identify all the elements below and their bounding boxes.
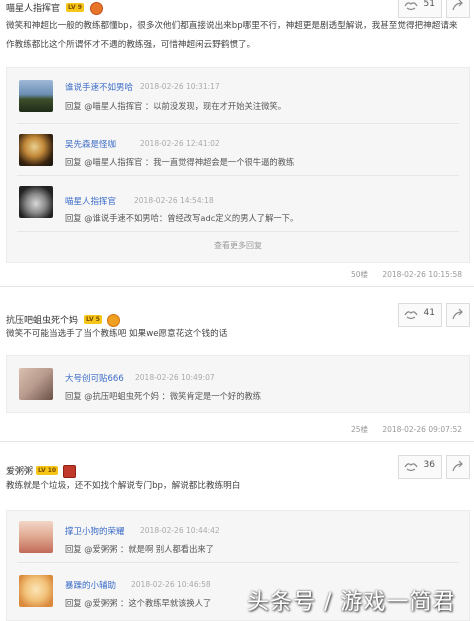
reply-text: 回复 @喵星人指挥官 ：以前没发现，现在才开始关注微笑。 bbox=[65, 101, 286, 111]
reply-text: 回复 @爱粥粥 ：这个教练早就该换人了 bbox=[65, 598, 212, 608]
comment-body-line: 作教练都比这个所谓怀才不遇的教练强，可惜神超闲云野鹤惯了。 bbox=[6, 40, 256, 50]
share-button[interactable] bbox=[446, 303, 470, 327]
medal-icon bbox=[90, 2, 103, 15]
comment-body-line: 微笑和神超比一般的教练都懂bp，很多次他们都直接说出来bp哪里不行，神超更是剧透… bbox=[6, 21, 458, 31]
like-icon bbox=[404, 311, 418, 320]
reply-item: 大号创可贴666 2018-02-26 10:49:07 回复 @抗压吧蛆虫死个… bbox=[7, 356, 469, 412]
reply-text: 回复 @爱粥粥 ：就是啊 别人都看出来了 bbox=[65, 544, 214, 554]
comment-author[interactable]: 爱粥粥 bbox=[6, 464, 33, 477]
comment-time: 2018-02-26 09:07:52 bbox=[382, 425, 462, 434]
like-count: 51 bbox=[423, 0, 435, 9]
reply-item: 撑卫小狗的荣耀 2018-02-26 10:44:42 回复 @爱粥粥 ：就是啊… bbox=[7, 511, 469, 563]
reply-author[interactable]: 大号创可贴666 bbox=[65, 372, 124, 384]
share-button[interactable] bbox=[446, 0, 470, 18]
comment-author[interactable]: 喵星人指挥官 bbox=[6, 1, 60, 14]
like-button[interactable]: 51 bbox=[398, 0, 442, 18]
comment-meta: 25楼 2018-02-26 09:07:52 bbox=[351, 424, 462, 435]
reply-author[interactable]: 谁说手速不如男哈 bbox=[65, 81, 133, 93]
avatar[interactable] bbox=[19, 521, 53, 553]
reply-item: 吴先森是怪咖 2018-02-26 12:41:02 回复 @喵星人指挥官 ：我… bbox=[7, 124, 469, 176]
share-icon bbox=[452, 460, 463, 472]
comment-post-2: 抗压吧蛆虫死个妈 LV 5 41 微笑不可能当选手了当个教练吧 如果we愿意花这… bbox=[0, 287, 474, 441]
reply-time: 2018-02-26 10:44:42 bbox=[140, 526, 220, 535]
reply-text: 回复 @抗压吧蛆虫死个妈 ：微笑肯定是一个好的教练 bbox=[65, 391, 262, 401]
share-icon bbox=[452, 0, 463, 11]
comment-meta: 50楼 2018-02-26 10:15:58 bbox=[351, 269, 462, 280]
reply-list: 大号创可贴666 2018-02-26 10:49:07 回复 @抗压吧蛆虫死个… bbox=[6, 355, 470, 413]
comment-body: 微笑和神超比一般的教练都懂bp，很多次他们都直接说出来bp哪里不行，神超更是剧透… bbox=[6, 17, 458, 55]
avatar[interactable] bbox=[19, 575, 53, 607]
view-more-replies-link[interactable]: 查看更多回复 bbox=[7, 240, 469, 251]
floor-number: 50楼 bbox=[350, 270, 369, 279]
reply-list: 谁说手速不如男哈 2018-02-26 10:31:17 回复 @喵星人指挥官 … bbox=[6, 67, 470, 263]
reply-text: 回复 @谁说手速不如男哈：曾经改写adc定义的男人了解一下。 bbox=[65, 213, 299, 223]
reply-author[interactable]: 暴躁的小辅助 bbox=[65, 579, 116, 591]
share-button[interactable] bbox=[446, 455, 470, 479]
like-count: 36 bbox=[423, 460, 435, 470]
level-badge: LV 10 bbox=[36, 466, 59, 475]
floor-number: 25楼 bbox=[350, 425, 369, 434]
reply-time: 2018-02-26 10:31:17 bbox=[140, 82, 220, 91]
comment-time: 2018-02-26 10:15:58 bbox=[382, 270, 462, 279]
reply-author[interactable]: 喵星人指挥官 bbox=[65, 195, 116, 207]
reply-time: 2018-02-26 10:46:58 bbox=[131, 580, 211, 589]
reply-author[interactable]: 吴先森是怪咖 bbox=[65, 138, 116, 150]
reply-author[interactable]: 撑卫小狗的荣耀 bbox=[65, 525, 125, 537]
avatar[interactable] bbox=[19, 134, 53, 166]
level-badge: LV 9 bbox=[66, 3, 84, 12]
like-count: 41 bbox=[423, 308, 435, 318]
avatar[interactable] bbox=[19, 80, 53, 112]
like-icon bbox=[404, 463, 418, 472]
comment-post-1: 喵星人指挥官 LV 9 51 微笑和神超比一般的教练都懂bp，很多次他们都直接说… bbox=[0, 0, 474, 286]
reply-item: 喵星人指挥官 2018-02-26 14:54:18 回复 @谁说手速不如男哈：… bbox=[7, 176, 469, 232]
watermark: 头条号 / 游戏一简君 bbox=[247, 590, 456, 615]
like-button[interactable]: 41 bbox=[398, 303, 442, 327]
reply-time: 2018-02-26 12:41:02 bbox=[140, 139, 220, 148]
level-badge: LV 5 bbox=[84, 315, 102, 324]
divider bbox=[17, 231, 459, 232]
comment-body: 教练就是个垃圾，还不如找个解说专门bp，解说都比教练明白 bbox=[6, 481, 241, 491]
reply-time: 2018-02-26 10:49:07 bbox=[135, 373, 215, 382]
share-icon bbox=[452, 308, 463, 320]
reply-time: 2018-02-26 14:54:18 bbox=[134, 196, 214, 205]
comment-body: 微笑不可能当选手了当个教练吧 如果we愿意花这个钱的话 bbox=[6, 329, 228, 339]
like-icon bbox=[404, 2, 418, 11]
reply-item: 谁说手速不如男哈 2018-02-26 10:31:17 回复 @喵星人指挥官 … bbox=[7, 68, 469, 124]
like-button[interactable]: 36 bbox=[398, 455, 442, 479]
avatar[interactable] bbox=[19, 368, 53, 400]
reply-text: 回复 @喵星人指挥官 ：我一直觉得神超会是一个很牛逼的教练 bbox=[65, 157, 295, 167]
avatar[interactable] bbox=[19, 186, 53, 218]
